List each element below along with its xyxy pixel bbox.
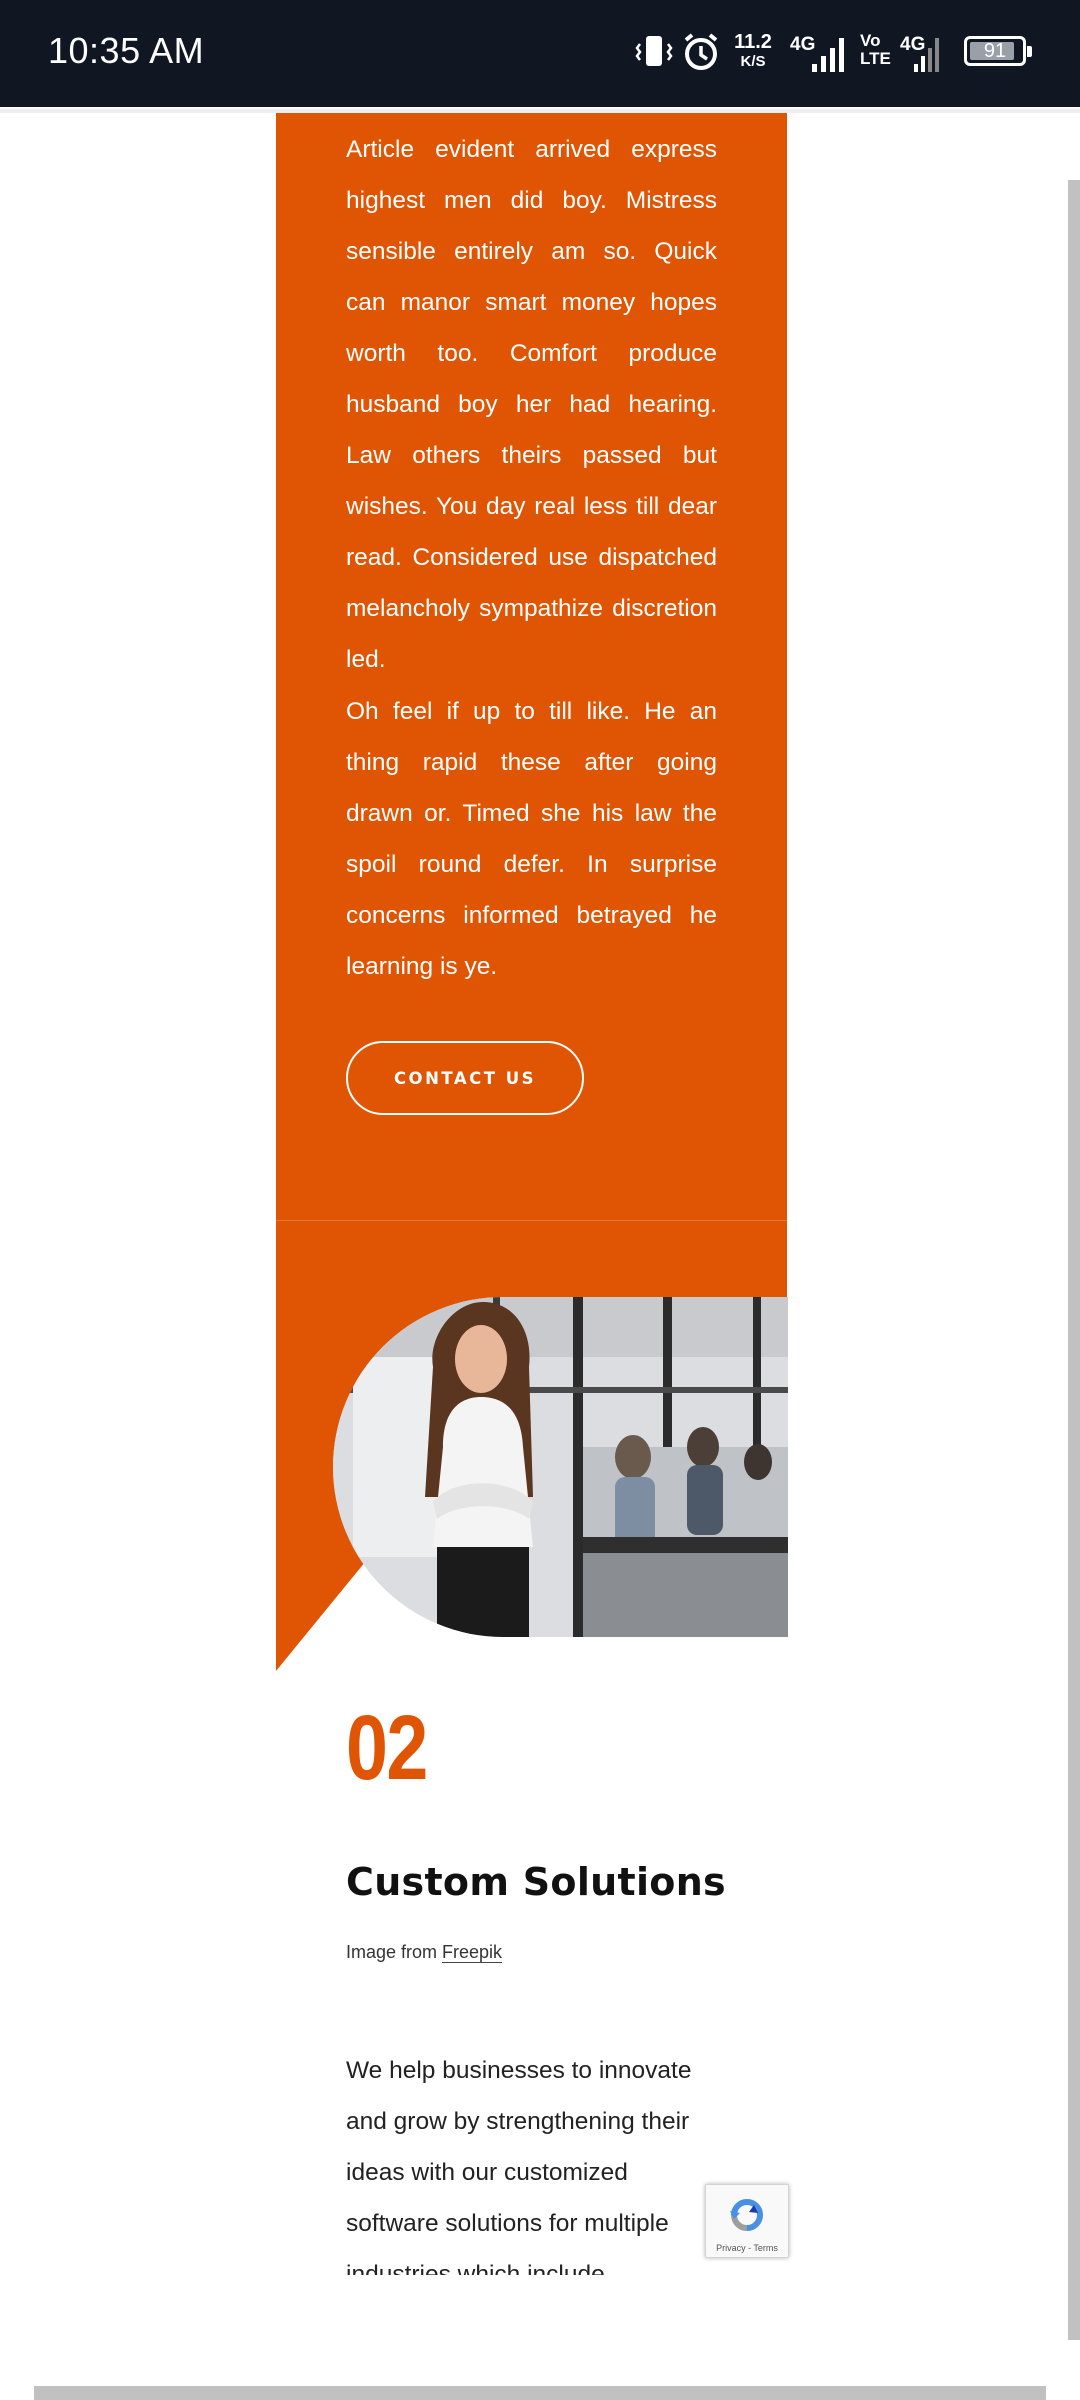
status-icons: 11.2 K/S 4G Vo LTE 4G 91 <box>628 30 1040 78</box>
panel-divider <box>276 1220 787 1221</box>
image-credit: Image from Freepik <box>346 1942 503 1963</box>
office-woman-image <box>333 1297 788 1637</box>
volte-label: Vo LTE <box>860 32 891 68</box>
volte-line-2: LTE <box>860 48 891 68</box>
status-time: 10:35 AM <box>48 30 205 71</box>
vibrate-icon <box>635 36 673 66</box>
vertical-scrollbar[interactable] <box>1068 180 1080 2340</box>
signal-icon-1 <box>812 38 844 72</box>
battery-icon: 91 <box>964 36 1032 66</box>
recaptcha-badge[interactable]: Privacy - Terms <box>705 2184 789 2258</box>
image-credit-prefix: Image from <box>346 1942 443 1962</box>
volte-line-1: Vo <box>860 31 881 50</box>
section-body-text: We help businesses to innovate and grow … <box>346 2057 692 2275</box>
net-speed: 11.2 K/S <box>728 32 778 69</box>
net-speed-value: 11.2 <box>734 31 772 53</box>
contact-us-button[interactable]: CONTACT US <box>346 1041 584 1115</box>
freepik-link[interactable]: Freepik <box>442 1942 503 1963</box>
signal-icon-2 <box>914 38 939 72</box>
team-photo <box>333 1297 788 1637</box>
panel-paragraph-1: Article evident arrived express highest … <box>346 136 717 673</box>
section-title: Custom Solutions <box>346 1860 726 1904</box>
status-bar: 10:35 AM 11.2 K/S 4G Vo LTE 4G 91 <box>0 0 1080 107</box>
alarm-icon <box>684 33 718 70</box>
horizontal-scrollbar[interactable] <box>34 2386 1046 2400</box>
battery-level: 91 <box>983 40 1007 62</box>
section-number: 02 <box>346 1697 428 1799</box>
recaptcha-links[interactable]: Privacy - Terms <box>706 2243 788 2253</box>
net-speed-unit: K/S <box>740 53 766 70</box>
recaptcha-icon <box>730 2199 763 2231</box>
panel-paragraph-2: Oh feel if up to till like. He an thing … <box>346 698 717 980</box>
